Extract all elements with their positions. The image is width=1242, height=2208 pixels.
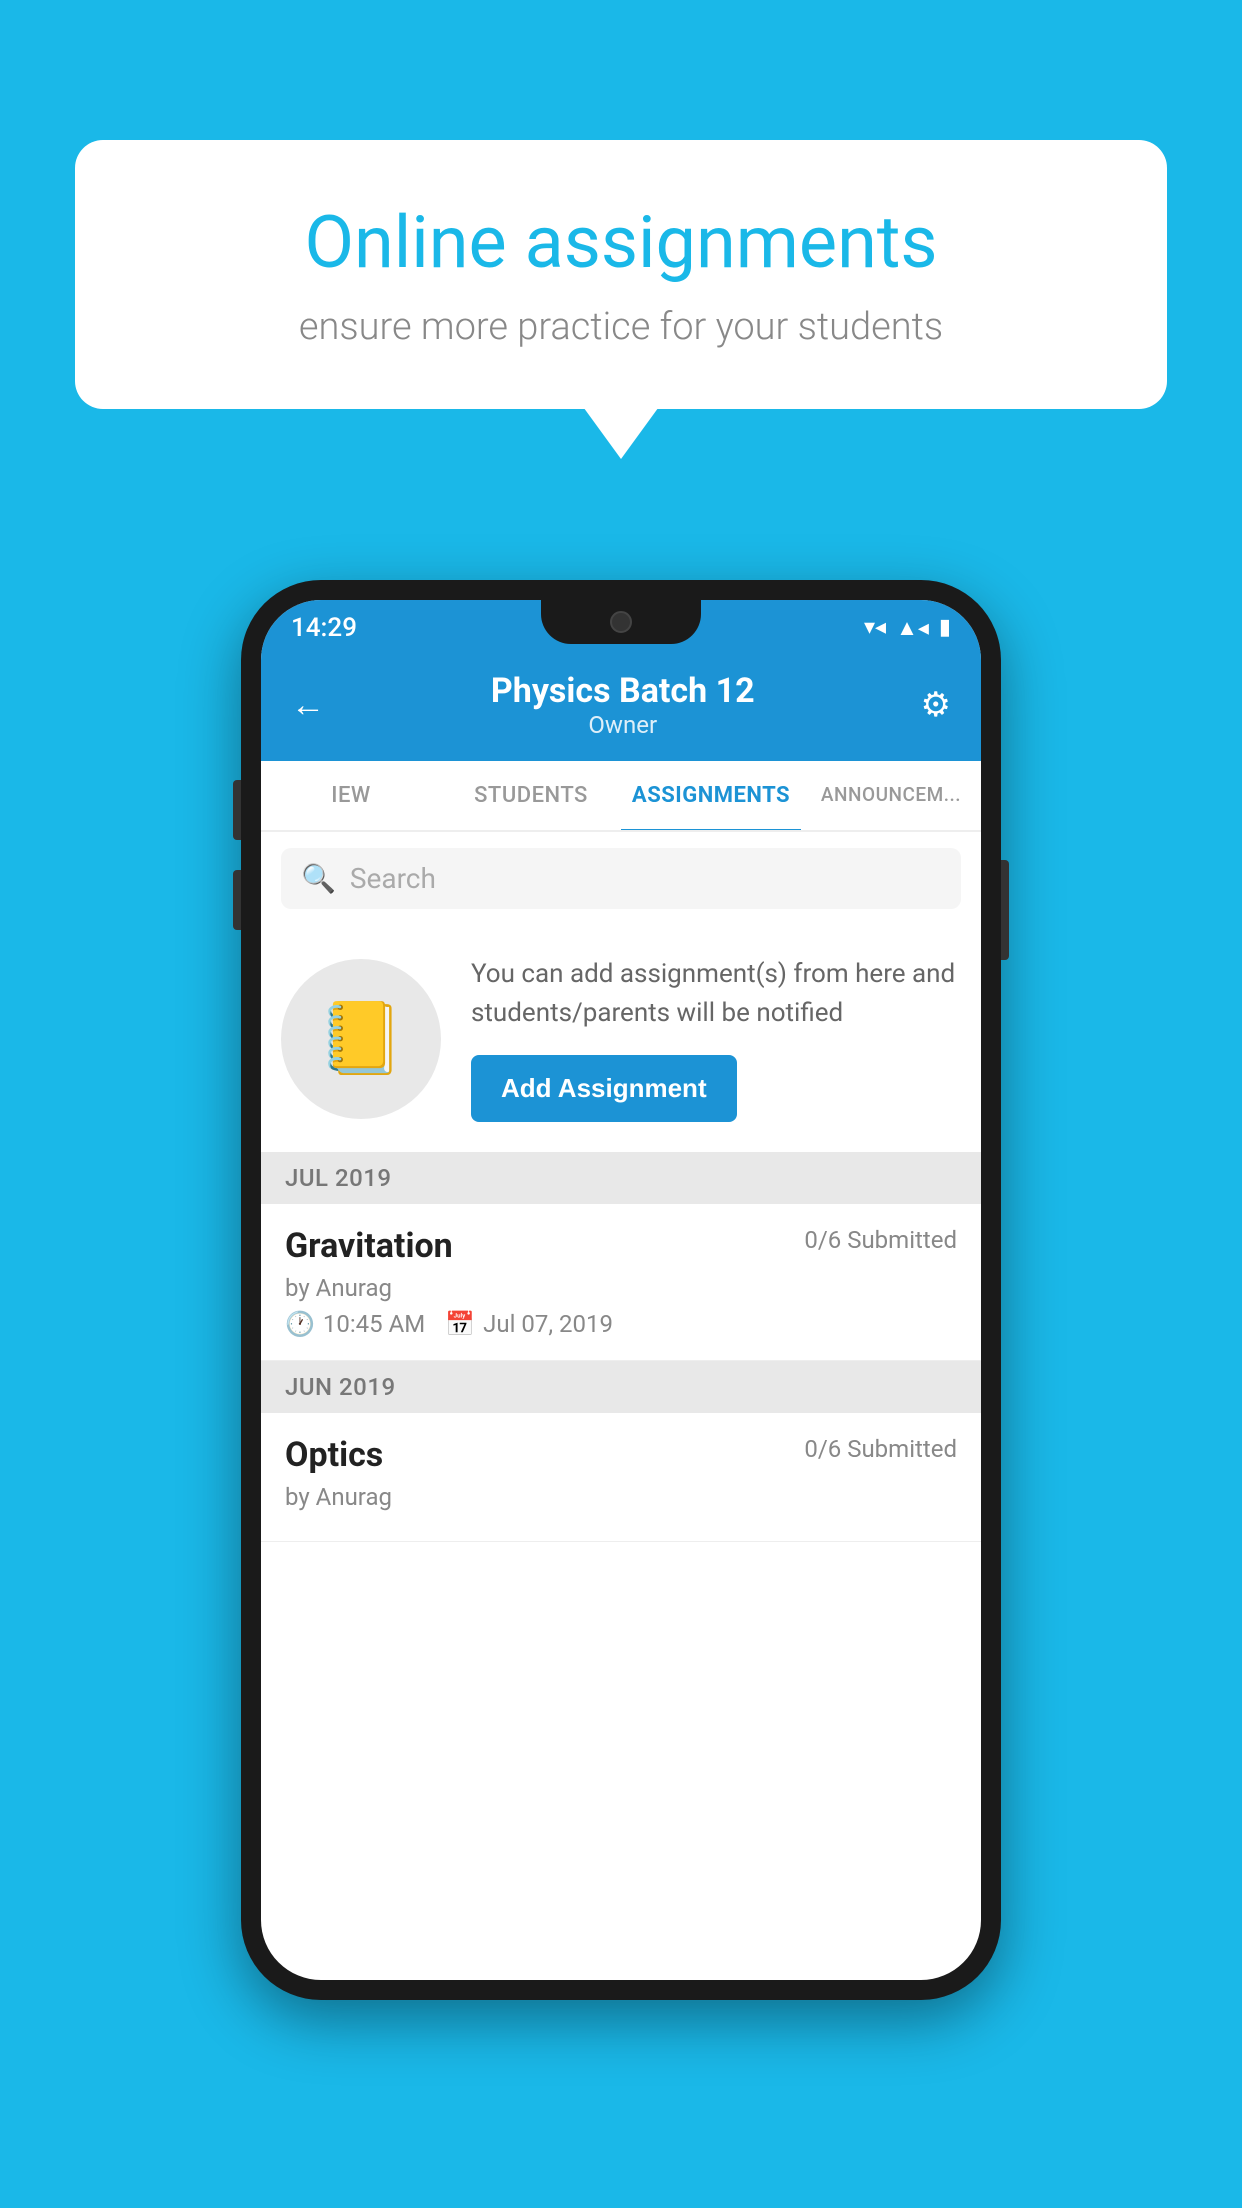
header-role: Owner [491,711,755,739]
speech-bubble-subtitle: ensure more practice for your students [145,305,1097,349]
assignment-item-optics[interactable]: Optics 0/6 Submitted by Anurag [261,1413,981,1542]
empty-state-content: You can add assignment(s) from here and … [471,955,961,1122]
phone-camera [610,611,632,633]
assignment-date: 📅 Jul 07, 2019 [445,1310,613,1338]
tab-announcements[interactable]: ANNOUNCEM... [801,761,981,830]
header-center: Physics Batch 12 Owner [491,671,755,739]
add-assignment-button[interactable]: Add Assignment [471,1055,737,1122]
assignment-header: Gravitation 0/6 Submitted [285,1226,957,1266]
assignment-item-gravitation[interactable]: Gravitation 0/6 Submitted by Anurag 🕐 10… [261,1204,981,1361]
back-button[interactable]: ← [291,685,325,725]
search-icon: 🔍 [301,862,336,895]
tab-students[interactable]: STUDENTS [441,761,621,830]
assignment-meta: 🕐 10:45 AM 📅 Jul 07, 2019 [285,1310,957,1338]
search-bar[interactable]: 🔍 Search [281,848,961,909]
phone-frame: 14:29 ▾◂ ▲◂ ▮ ← Physics Batch 12 Owner ⚙… [241,580,1001,2000]
notebook-icon: 📒 [317,998,404,1080]
assignment-header-optics: Optics 0/6 Submitted [285,1435,957,1475]
empty-state: 📒 You can add assignment(s) from here an… [261,925,981,1152]
search-container: 🔍 Search [261,832,981,925]
assignment-date-value: Jul 07, 2019 [483,1310,613,1338]
speech-bubble-container: Online assignments ensure more practice … [75,140,1167,409]
tab-iew[interactable]: IEW [261,761,441,830]
month-separator-jul: JUL 2019 [261,1152,981,1204]
signal-icon: ▲◂ [896,615,929,641]
settings-icon[interactable]: ⚙ [921,685,951,725]
search-placeholder: Search [350,862,436,895]
empty-state-icon-circle: 📒 [281,959,441,1119]
assignment-title-optics: Optics [285,1435,383,1475]
month-separator-jun: JUN 2019 [261,1361,981,1413]
phone-container: 14:29 ▾◂ ▲◂ ▮ ← Physics Batch 12 Owner ⚙… [241,580,1001,2000]
assignment-time-value: 10:45 AM [323,1310,425,1338]
empty-state-description: You can add assignment(s) from here and … [471,955,961,1033]
phone-screen: 14:29 ▾◂ ▲◂ ▮ ← Physics Batch 12 Owner ⚙… [261,600,981,1980]
assignment-submitted-optics: 0/6 Submitted [804,1435,957,1463]
assignment-title: Gravitation [285,1226,453,1266]
status-time: 14:29 [291,613,357,643]
assignment-submitted: 0/6 Submitted [804,1226,957,1254]
speech-bubble-title: Online assignments [145,200,1097,285]
wifi-icon: ▾◂ [864,615,886,640]
batch-title: Physics Batch 12 [491,671,755,711]
calendar-icon: 📅 [445,1310,475,1338]
power-button [1001,860,1009,960]
clock-icon: 🕐 [285,1310,315,1338]
volume-up-button [233,780,241,840]
assignment-author-optics: by Anurag [285,1483,957,1511]
battery-icon: ▮ [939,615,951,640]
volume-down-button [233,870,241,930]
phone-notch [541,600,701,644]
assignment-time: 🕐 10:45 AM [285,1310,425,1338]
status-icons: ▾◂ ▲◂ ▮ [864,615,951,641]
speech-bubble: Online assignments ensure more practice … [75,140,1167,409]
tab-bar: IEW STUDENTS ASSIGNMENTS ANNOUNCEM... [261,761,981,832]
app-header: ← Physics Batch 12 Owner ⚙ [261,655,981,761]
tab-assignments[interactable]: ASSIGNMENTS [621,761,801,830]
assignment-author: by Anurag [285,1274,957,1302]
